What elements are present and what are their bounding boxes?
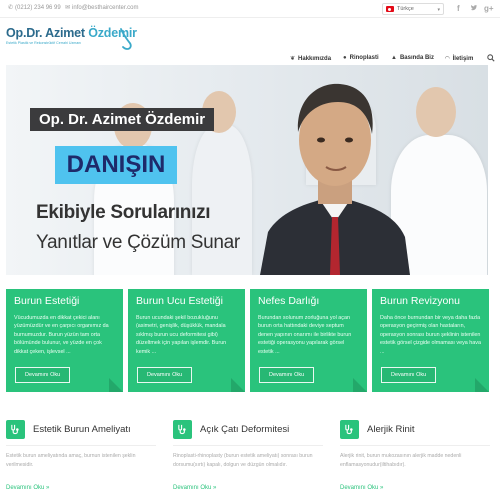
nav-label: Rinoplasti (349, 55, 379, 61)
stethoscope-icon (173, 420, 192, 439)
feature-divider (173, 445, 323, 446)
feature-title: Açık Çatı Deformitesi (200, 424, 290, 435)
doctor-portrait (260, 83, 410, 275)
feature-text: Estetik burun ameliyatında amaç, burnun … (6, 453, 136, 468)
card-text: Daha önce burnundan bir veya daha fazla … (380, 315, 481, 355)
logo-name: Op.Dr. Azimet Özdemir (6, 26, 137, 40)
hero-title: Op. Dr. Azimet Özdemir (30, 108, 215, 131)
card-title: Nefes Darlığı (258, 295, 320, 307)
google-plus-icon[interactable]: g+ (484, 4, 494, 13)
bell-icon: ▲ (391, 55, 397, 61)
phone-icon: ✆ (8, 5, 14, 11)
nav-item-iletisim[interactable]: ◠ İletişim (445, 55, 474, 63)
turkey-flag-icon (386, 6, 394, 12)
service-card-nefes-darligi[interactable]: Nefes Darlığı Burundan solunum zorluğuna… (250, 289, 367, 392)
feature-text: Alerjik rinit, burun mukozasının alerjik… (340, 453, 462, 468)
service-card-burun-estetigi[interactable]: Burun Estetiği Vücudumuzda en dikkat çek… (6, 289, 123, 392)
service-card-burun-ucu-estetigi[interactable]: Burun Ucu Estetiği Burun ucundaki şekil … (128, 289, 245, 392)
feature-divider (340, 445, 490, 446)
nav-label: Hakkımızda (298, 55, 332, 62)
nav-item-basinda-biz[interactable]: ▲ Basında Biz (391, 55, 434, 61)
hero-tagline-2: Yanıtlar ve Çözüm Sunar (36, 232, 240, 253)
phone-number: (0212) 234 96 99 (15, 4, 61, 11)
chevron-down-icon: ▾ (437, 7, 440, 13)
email-contact[interactable]: ✉ info@besthaircenter.com (65, 4, 139, 12)
wifi-icon: ◠ (445, 56, 450, 62)
read-more-button[interactable]: Devamını Oku (137, 367, 193, 383)
phone-contact[interactable]: ✆ (0212) 234 96 99 (8, 4, 61, 12)
nav-label: İletişim (452, 55, 474, 62)
user-icon: ● (343, 55, 347, 61)
hero-consult-badge: DANIŞIN (55, 146, 177, 184)
nav-item-hakkimizda[interactable]: ❦ Hakkımızda (290, 55, 332, 63)
feature-title: Estetik Burun Ameliyatı (33, 424, 131, 435)
leaf-icon: ❦ (290, 56, 296, 62)
language-label: Türkçe (397, 6, 414, 12)
card-title: Burun Estetiği (14, 295, 80, 307)
hero-tagline-1: Ekibiyle Sorularınızı (36, 202, 211, 223)
card-title: Burun Ucu Estetiği (136, 295, 223, 307)
read-more-link[interactable]: Devamını Oku » (340, 485, 383, 491)
doctor-head (416, 87, 456, 137)
feature-divider (6, 445, 156, 446)
read-more-button[interactable]: Devamını Oku (259, 367, 315, 383)
site-logo[interactable]: Op.Dr. Azimet Özdemir Estetik Plastik ve… (6, 26, 137, 56)
card-title: Burun Revizyonu (380, 295, 460, 307)
nav-item-rinoplasti[interactable]: ● Rinoplasti (343, 55, 379, 61)
language-select[interactable]: Türkçe ▾ (382, 3, 444, 15)
card-text: Burundan solunum zorluğuna yol açan buru… (258, 315, 352, 355)
feature-acik-cati-deformitesi: Açık Çatı Deformitesi Rinoplasti-rhinopl… (173, 420, 333, 495)
stethoscope-icon (6, 420, 25, 439)
read-more-button[interactable]: Devamını Oku (381, 367, 437, 383)
mail-icon: ✉ (65, 5, 71, 11)
top-bar: ✆ (0212) 234 96 99 ✉ info@besthaircenter… (0, 0, 500, 18)
logo-subtitle: Estetik Plastik ve Rekonstrüktif Cerrahi… (6, 41, 82, 45)
nav-label: Basında Biz (399, 55, 434, 61)
nose-logo-icon (120, 28, 132, 50)
feature-estetik-burun-ameliyati: Estetik Burun Ameliyatı Estetik burun am… (6, 420, 166, 495)
read-more-button[interactable]: Devamını Oku (15, 367, 71, 383)
card-text: Vücudumuzda en dikkat çekici alanı yüzüm… (14, 315, 109, 355)
card-text: Burun ucundaki şekil bozukluğunu (asimet… (136, 315, 227, 355)
email-address: info@besthaircenter.com (72, 4, 139, 11)
read-more-link[interactable]: Devamını Oku » (6, 485, 49, 491)
facebook-icon[interactable]: f (457, 4, 460, 13)
feature-alerjik-rinit: Alerjik Rinit Alerjik rinit, burun mukoz… (340, 420, 500, 495)
twitter-icon[interactable] (470, 4, 478, 14)
stethoscope-icon (340, 420, 359, 439)
read-more-link[interactable]: Devamını Oku » (173, 485, 216, 491)
feature-title: Alerjik Rinit (367, 424, 415, 435)
search-icon[interactable] (487, 54, 495, 64)
service-card-burun-revizyonu[interactable]: Burun Revizyonu Daha önce burnundan bir … (372, 289, 489, 392)
feature-text: Rinoplasti-rhinoplasty (burun estetik am… (173, 453, 313, 468)
site-header: Op.Dr. Azimet Özdemir Estetik Plastik ve… (0, 18, 500, 64)
logo-name-first: Op.Dr. Azimet (6, 26, 85, 40)
